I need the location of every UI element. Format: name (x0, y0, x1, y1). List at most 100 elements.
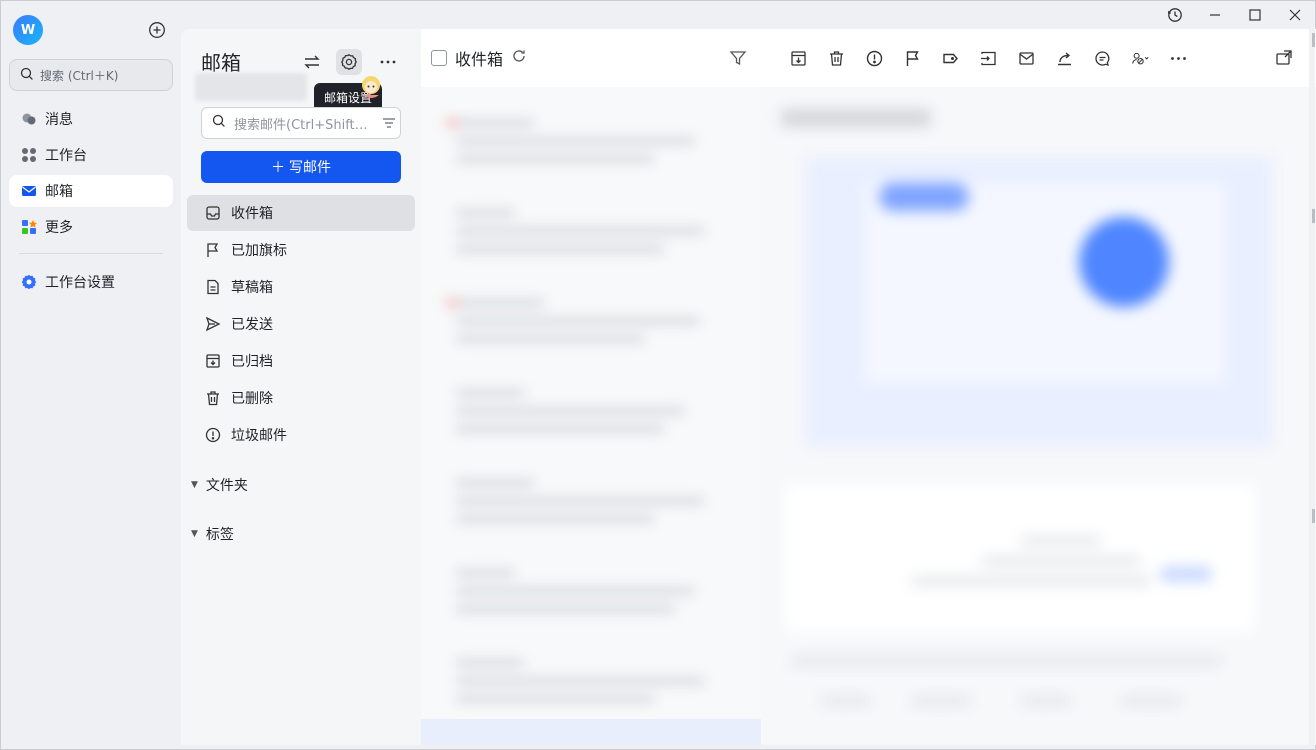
search-icon (212, 114, 226, 132)
folder-label: 已归档 (231, 354, 273, 370)
folder-flagged[interactable]: 已加旗标 (187, 232, 415, 268)
mail-list-title: 收件箱 (455, 50, 504, 69)
list-item[interactable] (455, 479, 725, 533)
selected-item-blurred[interactable] (421, 719, 761, 745)
plus-icon: ＋ (271, 160, 285, 176)
maximize-button[interactable] (1235, 1, 1275, 29)
more-icon[interactable] (1159, 44, 1197, 72)
scroll-mark (1312, 33, 1315, 47)
archive-icon[interactable] (779, 44, 817, 72)
mail-icon (21, 183, 37, 199)
avatar[interactable]: W (13, 15, 43, 45)
compose-label: 写邮件 (289, 160, 331, 176)
search-icon (20, 67, 34, 84)
filter-icon[interactable] (729, 49, 747, 71)
reading-pane (761, 29, 1316, 745)
search-filter-icon[interactable] (378, 116, 400, 130)
folder-drafts[interactable]: 草稿箱 (187, 269, 415, 305)
global-search-input[interactable]: 搜索 (Ctrl＋K) (9, 59, 173, 91)
app-window: W 搜索 (Ctrl＋K) 消息 工作台 邮箱 更多 工作台设置 邮箱 邮箱设置… (0, 0, 1316, 750)
caret-down-icon: ▼ (191, 480, 198, 490)
global-search-placeholder: 搜索 (Ctrl＋K) (40, 68, 119, 83)
nav-list: 消息 工作台 邮箱 更多 工作台设置 (9, 103, 173, 302)
list-item[interactable] (445, 119, 725, 173)
mail-list: 收件箱 (421, 29, 761, 745)
comment-icon[interactable] (1083, 44, 1121, 72)
spam-icon (205, 427, 221, 443)
nav-item-workbench-settings[interactable]: 工作台设置 (9, 266, 173, 298)
nav-item-label: 更多 (45, 220, 73, 236)
mark-unread-icon[interactable] (1007, 44, 1045, 72)
list-item[interactable] (455, 659, 725, 713)
folder-label: 已删除 (231, 391, 273, 407)
trash-icon (205, 390, 221, 406)
chat-icon (21, 111, 37, 127)
trash-icon[interactable] (817, 44, 855, 72)
mailbox-title: 邮箱 (201, 51, 241, 75)
section-tags[interactable]: ▼ 标签 (191, 524, 234, 544)
spam-icon[interactable] (855, 44, 893, 72)
compose-button[interactable]: ＋ 写邮件 (201, 151, 401, 183)
list-item[interactable] (455, 209, 725, 263)
move-to-folder-icon[interactable] (969, 44, 1007, 72)
caret-down-icon: ▼ (191, 529, 198, 539)
section-label: 文件夹 (205, 478, 248, 494)
scroll-mark (1312, 209, 1315, 223)
list-item[interactable] (455, 389, 725, 443)
nav-item-label: 工作台设置 (45, 275, 115, 291)
select-all-checkbox[interactable] (431, 50, 447, 66)
switch-account-icon[interactable] (299, 49, 325, 75)
close-button[interactable] (1275, 1, 1315, 29)
list-item[interactable] (455, 569, 725, 623)
folder-inbox[interactable]: 收件箱 (187, 195, 415, 231)
window-controls (1155, 1, 1315, 29)
forward-icon[interactable] (1045, 44, 1083, 72)
draft-icon (205, 279, 221, 295)
gear-icon (21, 274, 37, 290)
block-sender-icon[interactable] (1121, 44, 1159, 72)
tag-icon[interactable] (931, 44, 969, 72)
mascot-sticker (357, 73, 385, 101)
folder-label: 垃圾邮件 (231, 428, 287, 444)
section-label: 标签 (205, 527, 234, 543)
minimize-button[interactable] (1195, 1, 1235, 29)
folder-sent[interactable]: 已发送 (187, 306, 415, 342)
grid-icon (21, 147, 37, 163)
folder-label: 草稿箱 (231, 280, 273, 296)
folder-label: 已发送 (231, 317, 273, 333)
mail-search-placeholder: 搜索邮件(Ctrl+Shift+F) (234, 117, 370, 133)
nav-item-workbench[interactable]: 工作台 (9, 139, 173, 171)
open-in-window-icon[interactable] (1275, 49, 1293, 71)
folder-deleted[interactable]: 已删除 (187, 380, 415, 416)
archive-icon (205, 353, 221, 369)
mailbox-settings-button[interactable] (336, 49, 362, 75)
nav-item-label: 邮箱 (45, 184, 73, 200)
folder-label: 收件箱 (231, 206, 273, 222)
add-icon[interactable] (147, 20, 167, 40)
nav-item-label: 工作台 (45, 148, 87, 164)
folder-spam[interactable]: 垃圾邮件 (187, 417, 415, 453)
more-icon[interactable] (375, 49, 401, 75)
refresh-icon[interactable] (511, 48, 527, 68)
mailbox-panel: 邮箱 邮箱设置 搜索邮件(Ctrl+Shift+F) ＋ 写邮件 收件箱 已加旗… (181, 29, 421, 745)
scrollbar[interactable] (1309, 29, 1315, 745)
mail-search-input[interactable]: 搜索邮件(Ctrl+Shift+F) (201, 107, 401, 139)
section-folders[interactable]: ▼ 文件夹 (191, 475, 248, 495)
nav-item-messages[interactable]: 消息 (9, 103, 173, 135)
mail-list-header: 收件箱 (421, 29, 761, 87)
list-item[interactable] (445, 299, 725, 353)
scroll-mark (1312, 509, 1315, 523)
mail-items-blurred (421, 87, 761, 745)
nav-divider (19, 253, 163, 254)
history-icon[interactable] (1155, 1, 1195, 29)
flag-icon[interactable] (893, 44, 931, 72)
folder-archived[interactable]: 已归档 (187, 343, 415, 379)
nav-item-label: 消息 (45, 112, 73, 128)
folder-list: 收件箱 已加旗标 草稿箱 已发送 已归档 已删除 垃圾邮件 (187, 195, 415, 454)
nav-item-more[interactable]: 更多 (9, 211, 173, 243)
nav-item-mail[interactable]: 邮箱 (9, 175, 173, 207)
message-body-blurred (761, 87, 1316, 745)
left-nav: W 搜索 (Ctrl＋K) 消息 工作台 邮箱 更多 工作台设置 (1, 1, 181, 750)
account-name-blurred (195, 73, 307, 101)
inbox-icon (205, 205, 221, 221)
